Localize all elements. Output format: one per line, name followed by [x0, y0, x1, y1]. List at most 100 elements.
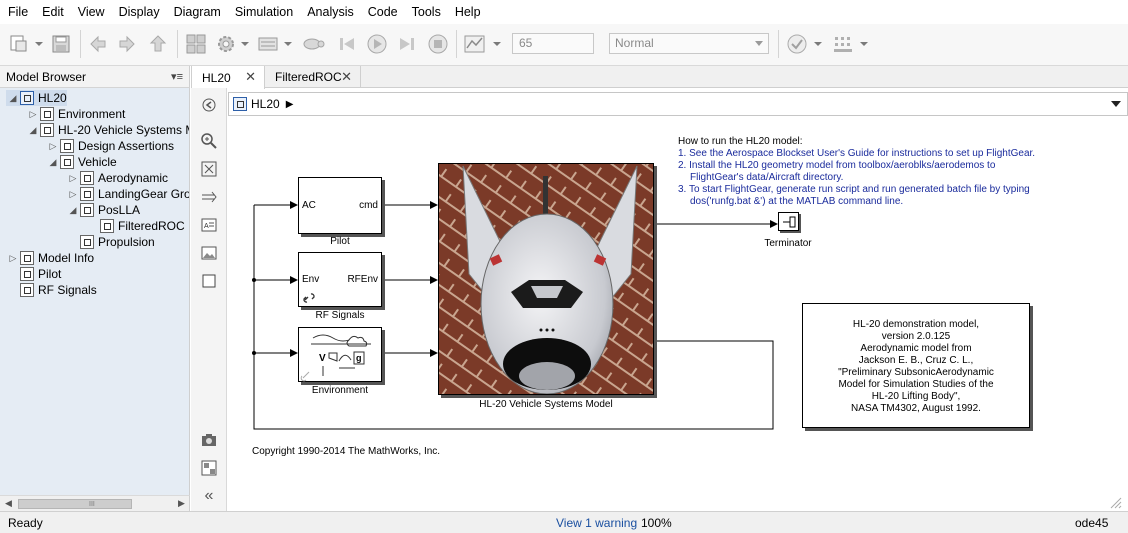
forward-icon[interactable]	[114, 31, 140, 57]
pilot-block[interactable]: AC cmd	[298, 177, 382, 234]
tree-item[interactable]: ◢ HL-20 Vehicle Systems Mo	[26, 122, 189, 138]
environment-block[interactable]: V g	[298, 327, 382, 382]
scroll-left-icon[interactable]: ◀	[5, 498, 12, 509]
tree-item-label: Design Assertions	[78, 139, 175, 153]
check-dropdown[interactable]	[813, 31, 823, 57]
note-line[interactable]: 1. See the Aerospace Blockset User's Gui…	[678, 148, 1035, 160]
chevron-right-icon[interactable]: ▶	[286, 99, 294, 110]
tree-item[interactable]: ▷ Design Assertions	[46, 138, 174, 154]
resize-grip-icon[interactable]	[1108, 495, 1122, 509]
tree-item[interactable]: ◢ Vehicle	[46, 154, 117, 170]
tree-item[interactable]: ▷ LandingGear Grou	[66, 186, 189, 202]
scope-dropdown[interactable]	[492, 31, 502, 57]
new-model-icon[interactable]	[6, 31, 32, 57]
save-icon[interactable]	[48, 31, 74, 57]
menu-tools[interactable]: Tools	[404, 5, 447, 19]
hl20-vehicle-block[interactable]	[438, 163, 654, 395]
close-icon[interactable]: ✕	[245, 69, 256, 85]
build-icon[interactable]	[830, 31, 856, 57]
breadcrumb[interactable]: HL20 ▶	[233, 97, 293, 111]
stop-icon[interactable]	[425, 31, 451, 57]
rf-signals-label: RF Signals	[315, 310, 365, 321]
collapse-icon[interactable]: ◢	[66, 203, 80, 217]
menu-edit[interactable]: Edit	[34, 5, 70, 19]
image-icon[interactable]	[201, 245, 217, 261]
expand-icon[interactable]: ▷	[66, 171, 80, 185]
expand-icon[interactable]: ▷	[26, 107, 40, 121]
rf-signals-block[interactable]: Env RFEnv	[298, 252, 382, 307]
menu-simulation[interactable]: Simulation	[227, 5, 299, 19]
tab-hl20[interactable]: HL20 ✕	[191, 66, 265, 89]
area-icon[interactable]	[201, 273, 217, 289]
zoom-in-icon[interactable]	[201, 133, 217, 149]
run-icon[interactable]	[364, 31, 390, 57]
menu-view[interactable]: View	[70, 5, 111, 19]
up-icon[interactable]	[145, 31, 171, 57]
model-config-icon[interactable]	[213, 31, 239, 57]
tree-item[interactable]: ▷ Environment	[26, 106, 125, 122]
back-icon[interactable]	[85, 31, 111, 57]
menu-analysis[interactable]: Analysis	[299, 5, 360, 19]
info-line: version 2.0.125	[881, 331, 951, 342]
model-info-box[interactable]: HL-20 demonstration model, version 2.0.1…	[802, 303, 1030, 428]
arrow-right-icon[interactable]	[201, 189, 217, 205]
tree-item[interactable]: FilteredROC	[86, 218, 185, 234]
environment-label: Environment	[311, 385, 369, 396]
scrollbar-thumb[interactable]: III	[18, 499, 132, 509]
stop-time-input[interactable]: 65	[512, 33, 594, 54]
step-forward-icon[interactable]	[394, 31, 420, 57]
model-config-dropdown[interactable]	[240, 31, 250, 57]
panel-menu-icon[interactable]: ▾≡	[171, 70, 183, 83]
tree-item[interactable]: Propulsion	[66, 234, 155, 250]
breadcrumb-hl20[interactable]: HL20	[251, 97, 280, 111]
library-browser-icon[interactable]	[183, 31, 209, 57]
scope-icon[interactable]	[461, 31, 489, 57]
note-line[interactable]: 3. To start FlightGear, generate run scr…	[678, 184, 1035, 196]
collapse-icon[interactable]: ◢	[46, 155, 60, 169]
tree-item[interactable]: ▷ Aerodynamic	[66, 170, 168, 186]
fit-to-view-icon[interactable]	[201, 161, 217, 177]
tree-item[interactable]: ◢ PosLLA	[66, 202, 140, 218]
check-icon[interactable]	[784, 31, 810, 57]
menu-diagram[interactable]: Diagram	[166, 5, 227, 19]
terminator-block[interactable]	[778, 212, 799, 231]
model-data-icon[interactable]	[201, 460, 217, 476]
menu-code[interactable]: Code	[360, 5, 404, 19]
warning-link[interactable]: View 1 warning	[556, 516, 637, 530]
model-explorer-icon[interactable]	[255, 31, 281, 57]
diagram-canvas[interactable]: AC cmd Pilot Env RFEnv RF Signals V g En…	[228, 117, 1126, 511]
simulation-mode-select[interactable]: Normal	[609, 33, 769, 54]
chevron-down-icon[interactable]	[1111, 101, 1121, 107]
menu-help[interactable]: Help	[447, 5, 487, 19]
note-line[interactable]: dos('runfg.bat &') at the MATLAB command…	[678, 196, 1035, 208]
model-explorer-dropdown[interactable]	[283, 31, 293, 57]
build-dropdown[interactable]	[859, 31, 869, 57]
expand-icon[interactable]: ▷	[66, 187, 80, 201]
solver-name[interactable]: ode45	[1075, 516, 1108, 530]
expand-icon[interactable]: ▷	[46, 139, 60, 153]
scroll-right-icon[interactable]: ▶	[178, 498, 185, 509]
tree-item[interactable]: ▷ Model Info	[6, 250, 94, 266]
annotation-icon[interactable]: A	[201, 217, 217, 233]
tree-item[interactable]: RF Signals	[6, 282, 97, 298]
menu-display[interactable]: Display	[111, 5, 166, 19]
tree-item[interactable]: ◢ HL20	[6, 90, 67, 106]
step-back-icon[interactable]	[334, 31, 360, 57]
collapse-icon[interactable]: ◢	[6, 91, 20, 105]
collapse-icon[interactable]: ◢	[26, 123, 40, 137]
tree-item[interactable]: Pilot	[6, 266, 61, 282]
menu-file[interactable]: File	[0, 5, 34, 19]
camera-icon[interactable]	[201, 432, 217, 448]
hide-show-browser-icon[interactable]	[201, 97, 217, 113]
new-model-dropdown[interactable]	[34, 31, 44, 57]
close-icon[interactable]: ✕	[341, 69, 352, 85]
note-line[interactable]: FlightGear's data/Aircraft directory.	[678, 172, 1035, 184]
model-browser-hscrollbar[interactable]: ◀ III ▶	[0, 495, 190, 511]
copyright-text: Copyright 1990-2014 The MathWorks, Inc.	[252, 446, 441, 457]
note-line[interactable]: 2. Install the HL20 geometry model from …	[678, 160, 1035, 172]
expand-icon[interactable]: ▷	[6, 251, 20, 265]
record-icon[interactable]	[300, 31, 328, 57]
tab-filteredroc[interactable]: FilteredROC ✕	[265, 66, 361, 88]
collapse-icon[interactable]: «	[201, 487, 217, 504]
tree-item-label: FilteredROC	[118, 219, 185, 233]
